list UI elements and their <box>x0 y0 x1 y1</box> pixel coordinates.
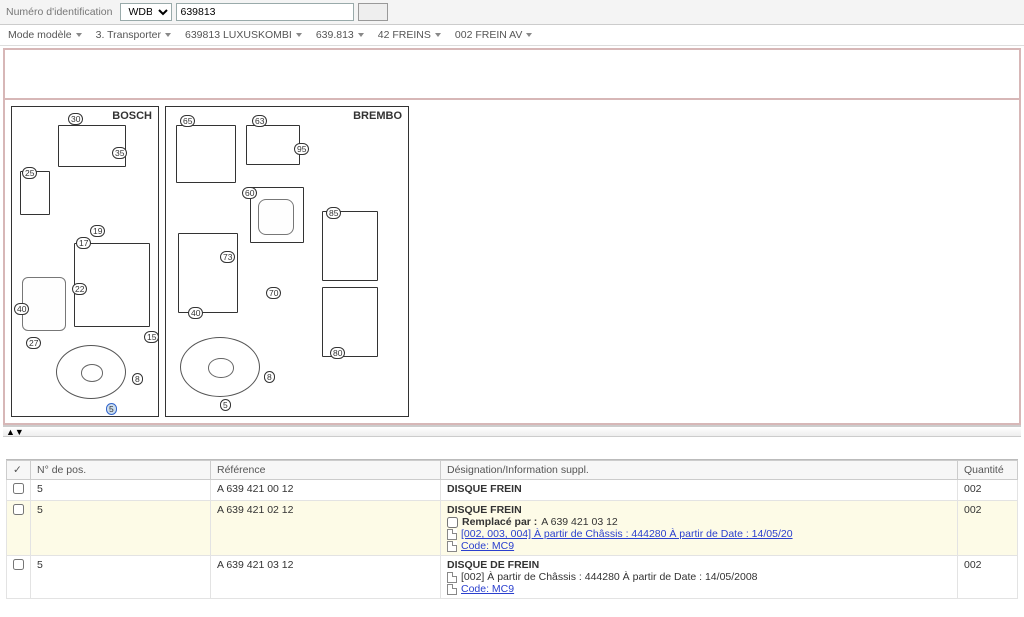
page-icon <box>447 584 457 595</box>
page-icon <box>447 572 457 583</box>
callout: 65 <box>180 115 195 127</box>
callout: 60 <box>242 187 257 199</box>
callout: 35 <box>112 147 127 159</box>
cell-pos: 5 <box>31 556 211 599</box>
ident-submit-button[interactable] <box>358 3 388 21</box>
callout: 22 <box>72 283 87 295</box>
callout: 15 <box>144 331 159 343</box>
info-text: [002] À partir de Châssis : 444280 À par… <box>461 571 758 583</box>
table-row[interactable]: 5A 639 421 03 12DISQUE DE FREIN[002] À p… <box>7 556 1018 599</box>
chevron-down-icon <box>76 33 82 37</box>
callout: 30 <box>68 113 83 125</box>
designation-line: [002, 003, 004] À partir de Châssis : 44… <box>447 528 951 540</box>
callout: 17 <box>76 237 91 249</box>
callout: 73 <box>220 251 235 263</box>
row-checkbox[interactable] <box>13 559 24 570</box>
designation-line: Code: MC9 <box>447 583 951 595</box>
designation-title: DISQUE FREIN <box>447 504 951 516</box>
chevron-down-icon <box>526 33 532 37</box>
callout: 8 <box>132 373 143 385</box>
col-quantity[interactable]: Quantité <box>958 461 1018 480</box>
cell-qty: 002 <box>958 501 1018 556</box>
callout: 25 <box>22 167 37 179</box>
crumb-subgroup[interactable]: 002 FREIN AV <box>455 29 533 41</box>
identification-bar: Numéro d'identification WDB <box>0 0 1024 25</box>
callout: 40 <box>14 303 29 315</box>
callout: 70 <box>266 287 281 299</box>
chevron-down-icon <box>358 33 364 37</box>
callout: 27 <box>26 337 41 349</box>
info-link[interactable]: Code: MC9 <box>461 583 514 595</box>
table-row[interactable]: 5A 639 421 00 12 DISQUE FREIN 002 <box>7 480 1018 501</box>
designation-title: DISQUE DE FREIN <box>447 559 951 571</box>
designation-line: [002] À partir de Châssis : 444280 À par… <box>447 571 951 583</box>
replaced-checkbox[interactable] <box>447 517 458 528</box>
diagram-header-blank <box>5 50 1019 100</box>
parts-table-wrap: ✓ N° de pos. Référence Désignation/Infor… <box>6 459 1018 599</box>
diagram-panel-bosch[interactable]: BOSCH 30 35 25 19 17 22 40 27 15 8 5 <box>11 106 159 417</box>
ident-label: Numéro d'identification <box>6 6 112 18</box>
cell-designation: DISQUE FREINRemplacé par : A 639 421 03 … <box>441 501 958 556</box>
col-reference[interactable]: Référence <box>211 461 441 480</box>
callout: 40 <box>188 307 203 319</box>
table-row[interactable]: 5A 639 421 02 12DISQUE FREINRemplacé par… <box>7 501 1018 556</box>
callout: 5 <box>220 399 231 411</box>
cell-qty: 002 <box>958 556 1018 599</box>
crumb-engine[interactable]: 639.813 <box>316 29 364 41</box>
cell-ref: A 639 421 02 12 <box>211 501 441 556</box>
crumb-transporter[interactable]: 3. Transporter <box>96 29 171 41</box>
info-link[interactable]: [002, 003, 004] À partir de Châssis : 44… <box>461 528 793 540</box>
callout: 95 <box>294 143 309 155</box>
callout: 80 <box>330 347 345 359</box>
col-designation[interactable]: Désignation/Information suppl. <box>441 461 958 480</box>
callout: 63 <box>252 115 267 127</box>
designation-line: Code: MC9 <box>447 540 951 552</box>
cell-pos: 5 <box>31 501 211 556</box>
breadcrumb: Mode modèle 3. Transporter 639813 LUXUSK… <box>0 25 1024 46</box>
page-icon <box>447 529 457 540</box>
cell-designation: DISQUE FREIN <box>441 480 958 501</box>
ident-number-input[interactable] <box>176 3 354 21</box>
callout: 8 <box>264 371 275 383</box>
chevron-down-icon <box>296 33 302 37</box>
row-checkbox[interactable] <box>13 483 24 494</box>
parts-table: ✓ N° de pos. Référence Désignation/Infor… <box>6 460 1018 599</box>
panel-title: BREMBO <box>353 110 402 122</box>
callout: 19 <box>90 225 105 237</box>
cell-designation: DISQUE DE FREIN[002] À partir de Châssis… <box>441 556 958 599</box>
panel-title: BOSCH <box>112 110 152 122</box>
col-checkbox[interactable]: ✓ <box>7 461 31 480</box>
cell-ref: A 639 421 03 12 <box>211 556 441 599</box>
diagram-body: BOSCH 30 35 25 19 17 22 40 27 15 8 5 BRE… <box>5 100 1019 423</box>
chevron-down-icon <box>435 33 441 37</box>
panel-splitter[interactable]: ▲▼ <box>3 425 1021 437</box>
cell-pos: 5 <box>31 480 211 501</box>
crumb-model[interactable]: 639813 LUXUSKOMBI <box>185 29 302 41</box>
chevron-down-icon <box>165 33 171 37</box>
callout: 85 <box>326 207 341 219</box>
info-link[interactable]: Code: MC9 <box>461 540 514 552</box>
page-icon <box>447 541 457 552</box>
crumb-group[interactable]: 42 FREINS <box>378 29 441 41</box>
diagram-container: BOSCH 30 35 25 19 17 22 40 27 15 8 5 BRE… <box>3 48 1021 425</box>
callout: 5 <box>106 403 117 415</box>
crumb-mode[interactable]: Mode modèle <box>8 29 82 41</box>
cell-qty: 002 <box>958 480 1018 501</box>
designation-title: DISQUE FREIN <box>447 483 951 495</box>
replaced-by-line: Remplacé par : A 639 421 03 12 <box>447 516 951 528</box>
row-checkbox[interactable] <box>13 504 24 515</box>
col-position[interactable]: N° de pos. <box>31 461 211 480</box>
ident-prefix-select[interactable]: WDB <box>120 3 172 21</box>
cell-ref: A 639 421 00 12 <box>211 480 441 501</box>
diagram-panel-brembo[interactable]: BREMBO 65 63 95 60 73 85 70 40 80 8 5 <box>165 106 409 417</box>
